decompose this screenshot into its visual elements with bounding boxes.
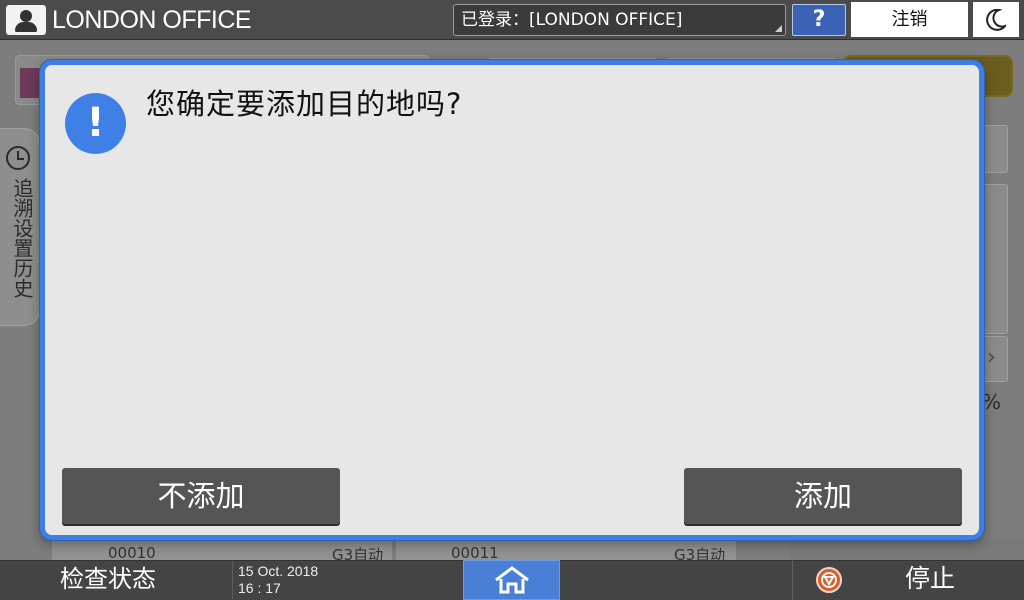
background-list-item: 00011 G3自动 — [396, 540, 736, 564]
function-icon — [20, 68, 40, 98]
office-name: LONDON OFFICE — [52, 6, 252, 34]
date-label: 15 Oct. 2018 — [238, 563, 319, 579]
chevron-right-icon: › — [987, 345, 996, 370]
stop-label: 停止 — [905, 564, 956, 593]
time-label: 16 : 17 — [238, 580, 281, 596]
background-panel — [790, 538, 1024, 562]
date-time-display: 15 Oct. 2018 16 : 17 — [232, 561, 392, 599]
clock-icon — [6, 146, 30, 170]
stop-icon — [816, 567, 842, 593]
add-button[interactable]: 添加 — [684, 468, 962, 524]
login-status-label: 已登录：[LONDON OFFICE] — [461, 10, 683, 30]
home-button[interactable] — [463, 560, 560, 600]
energy-saver-button[interactable] — [973, 2, 1019, 37]
help-button[interactable]: ? — [792, 4, 846, 36]
logout-button[interactable]: 注销 — [851, 2, 968, 37]
user-icon[interactable] — [6, 5, 46, 35]
dialog-message: 您确定要添加目的地吗? — [146, 87, 463, 121]
do-not-add-button[interactable]: 不添加 — [62, 468, 340, 524]
login-status-box[interactable]: 已登录：[LONDON OFFICE] — [453, 4, 786, 36]
home-icon — [495, 566, 529, 594]
history-tab-label: 追溯设置历史 — [10, 178, 34, 298]
background-list-item: 00010 G3自动 — [52, 540, 392, 564]
exclamation-icon: ! — [65, 93, 126, 154]
moon-icon — [986, 9, 1006, 31]
check-status-button[interactable]: 检查状态 — [0, 560, 232, 600]
dropdown-corner-icon — [775, 25, 782, 32]
background-percent: % — [982, 390, 1002, 414]
